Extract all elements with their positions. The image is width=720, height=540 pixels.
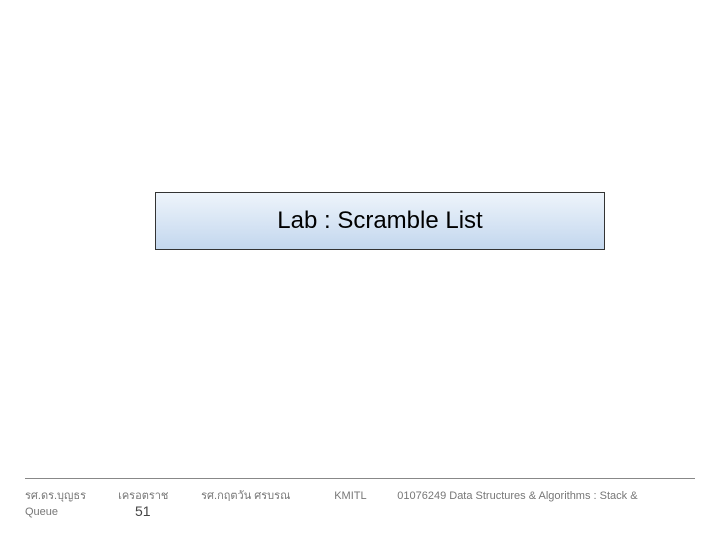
- page-number: 51: [135, 503, 151, 519]
- title-box: Lab : Scramble List: [155, 192, 605, 250]
- footer-institution: KMITL: [334, 490, 394, 502]
- slide-title: Lab : Scramble List: [277, 207, 482, 235]
- footer-line2: Queue: [25, 506, 58, 518]
- footer-row: รศ.ดร.บุญธร เครอตราช รศ.กฤตวัน ศรบรณ KMI…: [25, 486, 695, 504]
- footer-author1: รศ.ดร.บุญธร: [25, 486, 115, 504]
- footer-course: 01076249 Data Structures & Algorithms : …: [397, 490, 637, 502]
- footer-author2: เครอตราช: [118, 486, 198, 504]
- slide: Lab : Scramble List รศ.ดร.บุญธร เครอตราช…: [0, 0, 720, 540]
- footer-author3: รศ.กฤตวัน ศรบรณ: [201, 486, 331, 504]
- footer-divider: [25, 478, 695, 479]
